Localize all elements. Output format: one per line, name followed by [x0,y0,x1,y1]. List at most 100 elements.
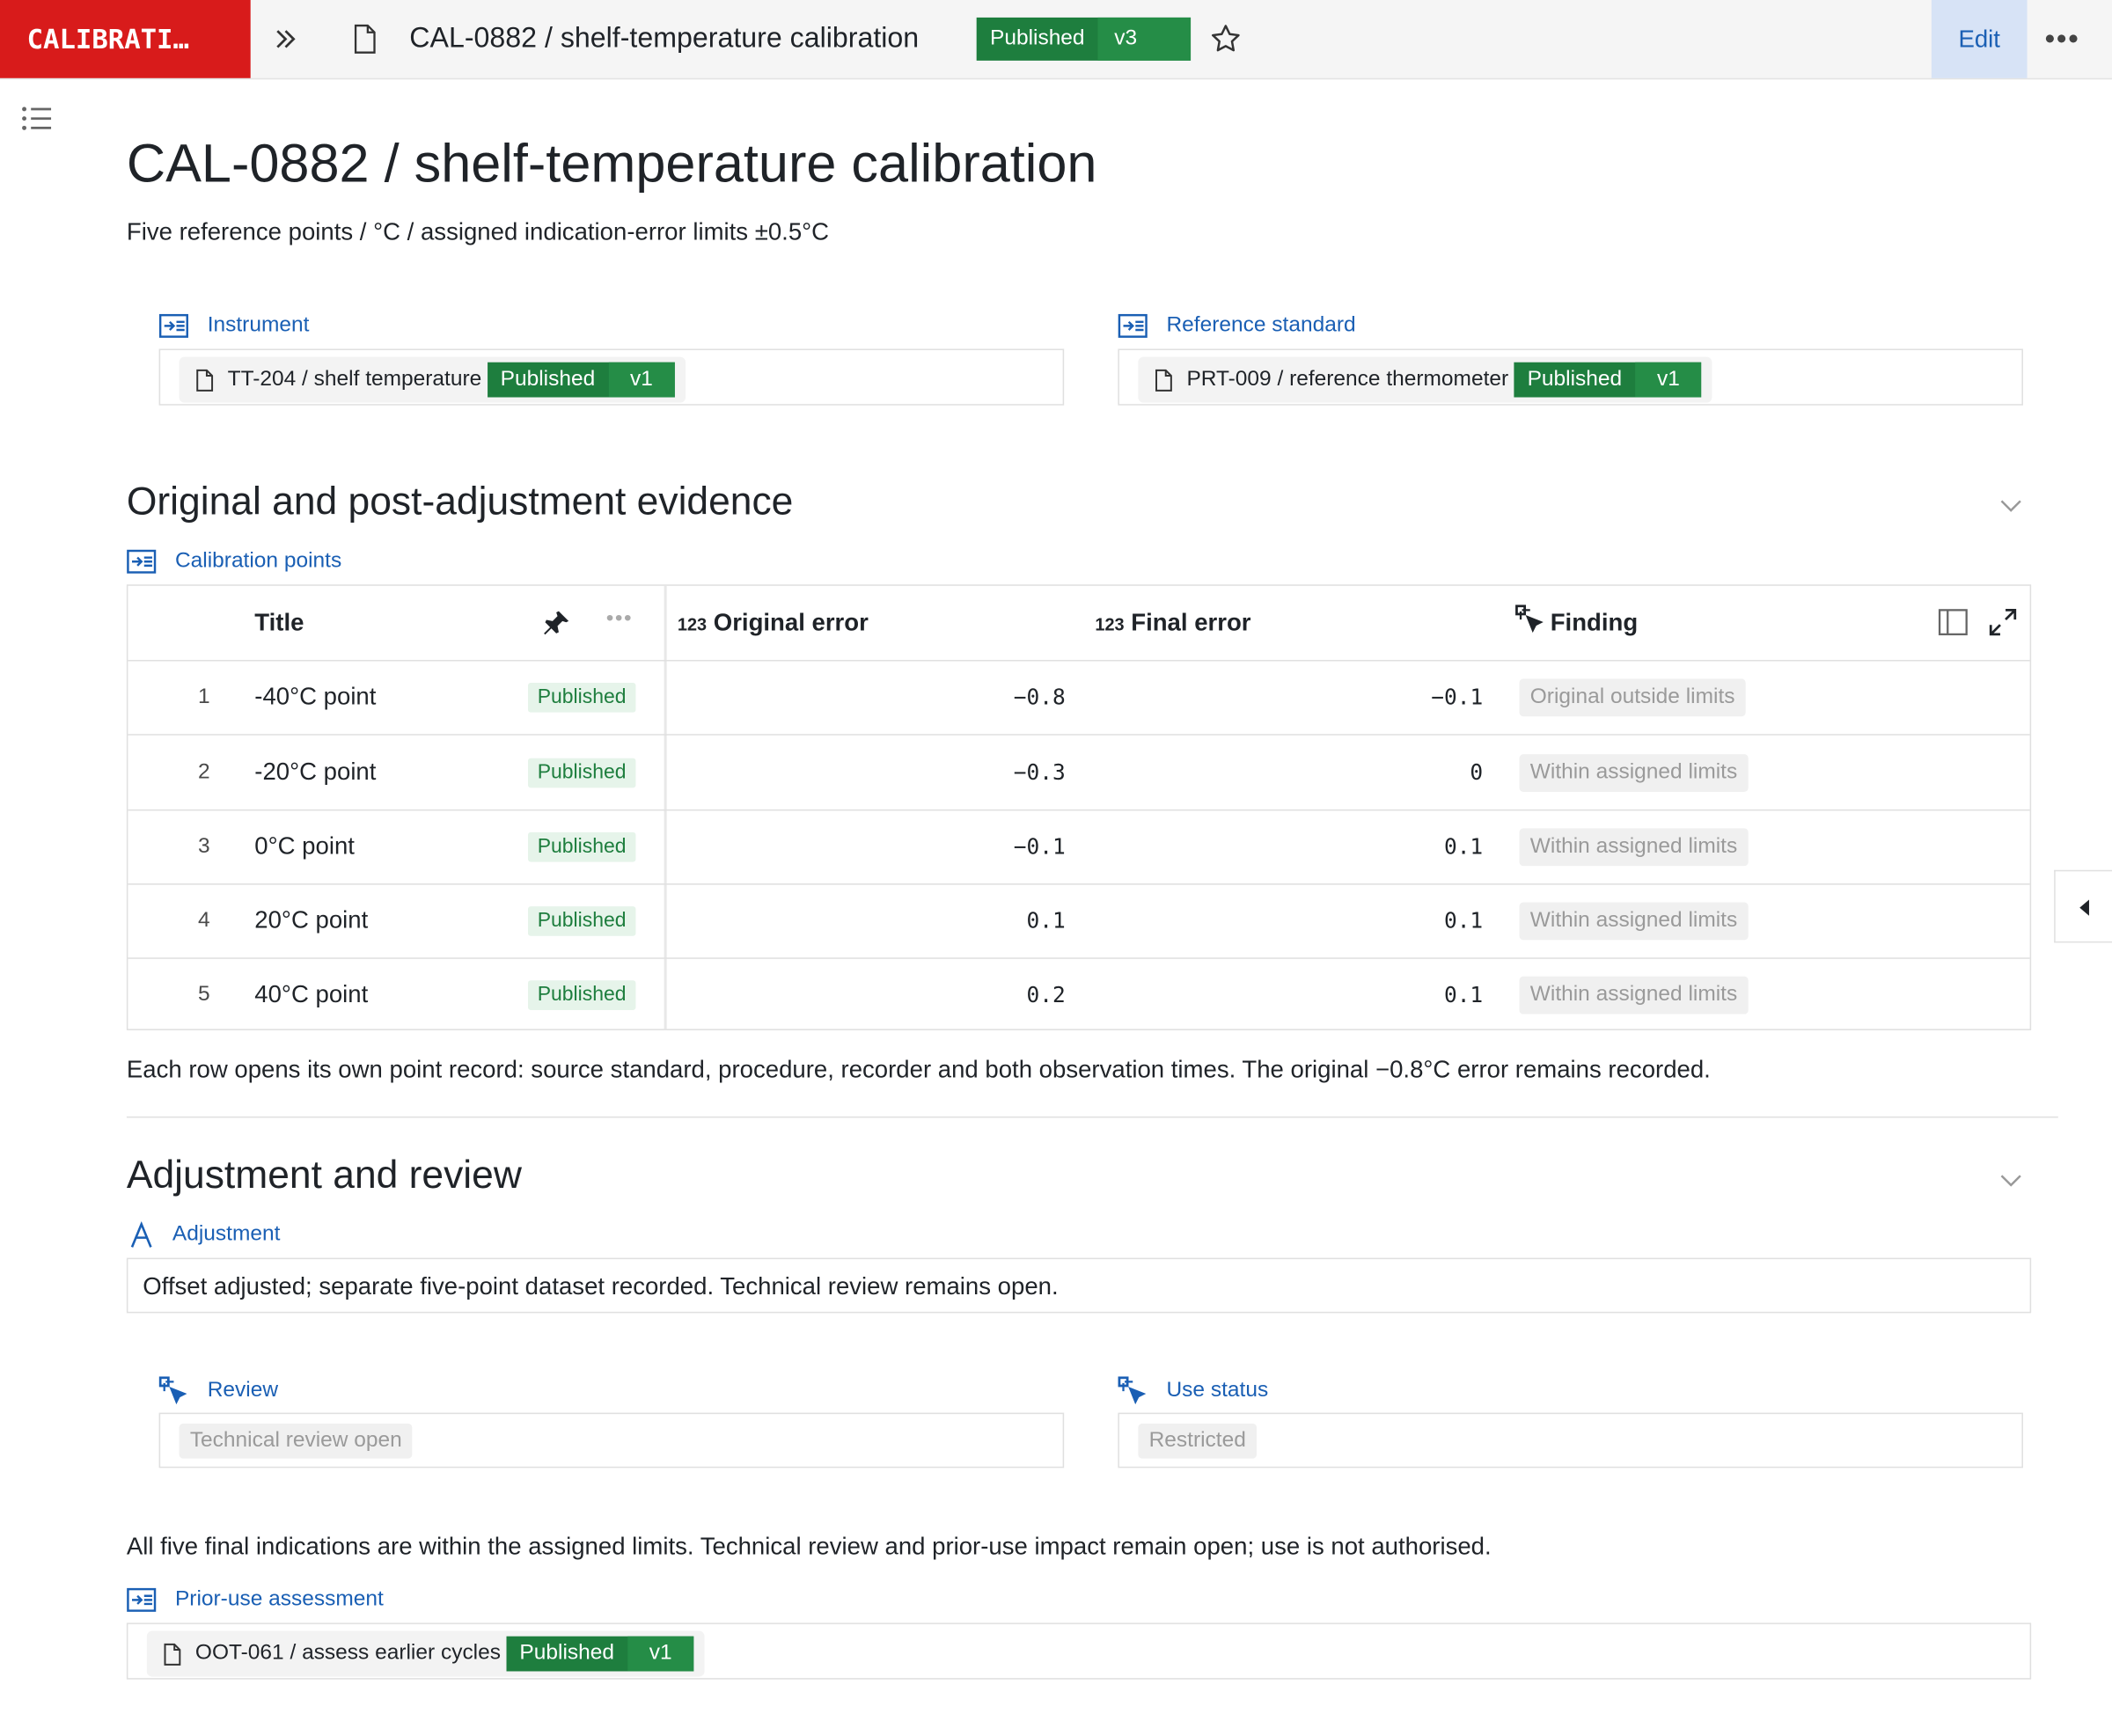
star-icon[interactable] [1208,21,1243,56]
chevron-down-icon[interactable] [1998,495,2025,514]
caret-left-icon [2079,899,2089,916]
reference-label: Reference standard [1118,312,1356,340]
side-panel-toggle[interactable] [2054,869,2112,943]
final-error-cell[interactable]: 0.1 [1444,809,1483,883]
pin-icon[interactable] [541,609,571,639]
final-error-cell[interactable]: 0.1 [1444,957,1483,1031]
toc-icon[interactable] [21,105,52,132]
calibration-points-label-text: Calibration points [174,549,342,573]
adjustment-field[interactable]: Offset adjusted; separate five-point dat… [126,1257,2032,1314]
page-subtitle: Five reference points / °C / assigned in… [126,217,830,245]
instrument-label: Instrument [158,312,310,340]
original-error-cell[interactable]: −0.8 [1014,660,1066,734]
column-icon[interactable] [1938,609,1969,636]
instrument-ref-chip[interactable]: TT-204 / shelf temperature Published v1 [179,356,686,403]
status-label: Published [500,367,596,391]
finding-chip[interactable]: Within assigned limits [1519,828,1749,867]
calibration-points-label: Calibration points [127,548,341,575]
reference-ref-chip[interactable]: PRT-009 / reference thermometer Publishe… [1138,356,1712,403]
document-icon [196,369,214,392]
original-error-cell[interactable]: 0.1 [1026,883,1065,957]
relation-icon [1118,313,1148,338]
status-badge: Published [527,980,636,1010]
finding-chip[interactable]: Within assigned limits [1519,976,1749,1014]
reference-ref-text: PRT-009 / reference thermometer [1186,367,1509,391]
prior-use-label: Prior-use assessment [127,1586,384,1614]
use-status-value-chip[interactable]: Restricted [1138,1423,1258,1459]
relation-icon [127,1587,157,1612]
original-error-cell[interactable]: 0.2 [1026,957,1065,1031]
document-icon [164,1643,181,1666]
use-status-label: Use status [1118,1376,1268,1406]
prior-use-ref-chip[interactable]: OOT-061 / assess earlier cycles Publishe… [146,1630,705,1677]
table-row[interactable]: 2 -20°C point Published −0.3 0 Within as… [128,736,2030,811]
document-icon [354,24,376,54]
status-badge: Published [527,906,636,936]
select-icon [158,1376,187,1405]
top-bar: CALIBRATI… CAL-0882 / shelf-temperature … [0,0,2112,80]
use-status-label-text: Use status [1166,1379,1269,1403]
adjustment-label-text: Adjustment [172,1222,281,1246]
column-label: Final error [1131,608,1251,636]
final-error-cell[interactable]: 0 [1470,736,1483,809]
select-icon [1515,604,1544,634]
status-badge: Published v3 [976,17,1192,61]
status-badge: Published [527,758,636,788]
table-row[interactable]: 4 20°C point Published 0.1 0.1 Within as… [128,883,2030,959]
instrument-label-text: Instrument [207,313,310,337]
instrument-ref-text: TT-204 / shelf temperature [227,367,482,391]
edit-button[interactable]: Edit [1931,0,2028,78]
instrument-field[interactable]: TT-204 / shelf temperature Published v1 [158,348,1065,406]
number-type-icon: 123 [677,613,708,634]
expand-icon[interactable] [1988,607,2018,637]
table-row[interactable]: 1 -40°C point Published −0.8 −0.1 Origin… [128,660,2030,736]
column-menu-icon[interactable]: ••• [606,607,633,632]
column-header-original-error[interactable]: 123 Original error [678,586,869,662]
row-title[interactable]: 40°C point [254,957,368,1031]
adjustment-label: Adjustment [129,1221,280,1249]
finding-chip[interactable]: Original outside limits [1519,678,1746,717]
evidence-note: Each row opens its own point record: sou… [126,1055,1711,1083]
row-title[interactable]: 0°C point [254,809,355,883]
status-badge: Published v1 [506,1636,694,1672]
more-icon[interactable]: ••• [2044,21,2079,56]
breadcrumb-title: CAL-0882 / shelf-temperature calibration [409,23,920,55]
column-header-final-error[interactable]: 123 Final error [1095,586,1250,662]
final-error-cell[interactable]: 0.1 [1444,883,1483,957]
section-heading-adjustment: Adjustment and review [126,1154,522,1198]
finding-chip[interactable]: Within assigned limits [1519,902,1749,941]
review-value-chip[interactable]: Technical review open [179,1423,414,1459]
reference-label-text: Reference standard [1166,313,1356,337]
column-header-title[interactable]: Title [254,586,304,660]
table-header: Title ••• 123 Original error 123 Final err… [128,586,2030,662]
use-status-field[interactable]: Restricted [1118,1412,2023,1469]
page: CALIBRATI… CAL-0882 / shelf-temperature … [0,0,2112,1736]
table-row[interactable]: 5 40°C point Published 0.2 0.1 Within as… [128,957,2029,1031]
chevrons-right-icon[interactable] [269,23,302,55]
relation-icon [158,313,188,338]
version-label: v1 [627,1636,694,1672]
page-title: CAL-0882 / shelf-temperature calibration [126,135,1097,194]
text-icon [130,1221,152,1248]
row-title[interactable]: -20°C point [254,736,376,809]
status-label: Published [519,1641,615,1665]
column-header-finding[interactable]: Finding [1515,586,1638,660]
row-title[interactable]: -40°C point [254,660,376,734]
final-error-cell[interactable]: −0.1 [1431,660,1483,734]
reference-field[interactable]: PRT-009 / reference thermometer Publishe… [1118,348,2023,406]
number-type-icon: 123 [1095,613,1125,634]
app-brand[interactable]: CALIBRATI… [0,0,251,78]
prior-use-label-text: Prior-use assessment [174,1587,384,1611]
review-field[interactable]: Technical review open [158,1412,1065,1469]
prior-use-field[interactable]: OOT-061 / assess earlier cycles Publishe… [126,1622,2032,1680]
original-error-cell[interactable]: −0.3 [1014,736,1066,809]
row-title[interactable]: 20°C point [254,883,368,957]
original-error-cell[interactable]: −0.1 [1014,809,1066,883]
relation-icon [127,549,157,574]
table-row[interactable]: 3 0°C point Published −0.1 0.1 Within as… [128,809,2030,885]
status-label: Published [1527,367,1623,391]
finding-chip[interactable]: Within assigned limits [1519,754,1749,792]
status-badge: Published v1 [1514,362,1702,398]
column-label: Original error [713,608,869,636]
chevron-down-icon[interactable] [1998,1170,2025,1189]
